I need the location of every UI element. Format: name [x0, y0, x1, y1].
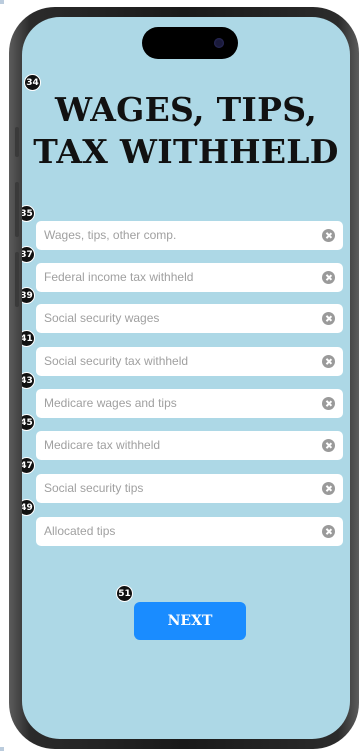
clear-icon[interactable] — [322, 525, 335, 538]
annotation-badge-next: 51 — [116, 585, 133, 602]
phone-side-button-low — [15, 252, 19, 307]
clear-icon[interactable] — [322, 312, 335, 325]
medicare-tax-input[interactable]: Medicare tax withheld — [36, 431, 343, 460]
wages-tips-placeholder: Wages, tips, other comp. — [44, 228, 177, 242]
clear-icon[interactable] — [322, 355, 335, 368]
federal-income-tax-placeholder: Federal income tax withheld — [44, 270, 194, 284]
next-button[interactable]: NEXT — [134, 602, 246, 640]
clear-icon[interactable] — [322, 271, 335, 284]
page-title: WAGES, TIPS, TAX WITHHELD — [33, 90, 339, 171]
dynamic-island — [142, 27, 238, 59]
clear-icon[interactable] — [322, 229, 335, 242]
medicare-tax-placeholder: Medicare tax withheld — [44, 438, 161, 452]
medicare-wages-placeholder: Medicare wages and tips — [44, 396, 177, 410]
clear-icon[interactable] — [322, 397, 335, 410]
social-security-tips-input[interactable]: Social security tips — [36, 474, 343, 503]
annotation-badge-field: 41 — [22, 330, 35, 347]
allocated-tips-placeholder: Allocated tips — [44, 524, 116, 538]
social-security-wages-placeholder: Social security wages — [44, 311, 160, 325]
medicare-wages-input[interactable]: Medicare wages and tips — [36, 389, 343, 418]
annotation-badge-field: 39 — [22, 287, 35, 304]
annotation-badge-field: 37 — [22, 246, 35, 263]
phone-side-button-top — [15, 127, 19, 157]
annotation-badge-field: 49 — [22, 499, 35, 516]
phone-side-button-mid — [15, 182, 19, 237]
wages-tips-input[interactable]: Wages, tips, other comp. — [36, 221, 343, 250]
annotation-badge-field: 45 — [22, 414, 35, 431]
social-security-tax-placeholder: Social security tax withheld — [44, 354, 189, 368]
corner-mark-bottom-left — [0, 747, 4, 751]
social-security-tax-input[interactable]: Social security tax withheld — [36, 347, 343, 376]
clear-icon[interactable] — [322, 439, 335, 452]
allocated-tips-input[interactable]: Allocated tips — [36, 517, 343, 546]
social-security-tips-placeholder: Social security tips — [44, 481, 144, 495]
social-security-wages-input[interactable]: Social security wages — [36, 304, 343, 333]
corner-mark-top-left — [0, 0, 4, 4]
federal-income-tax-input[interactable]: Federal income tax withheld — [36, 263, 343, 292]
clear-icon[interactable] — [322, 482, 335, 495]
camera-icon — [214, 38, 224, 48]
annotation-badge-field: 35 — [22, 205, 35, 222]
annotation-badge-field: 47 — [22, 457, 35, 474]
annotation-badge-field: 43 — [22, 372, 35, 389]
app-screen: 34 WAGES, TIPS, TAX WITHHELD 35 Wages, t… — [22, 17, 350, 739]
